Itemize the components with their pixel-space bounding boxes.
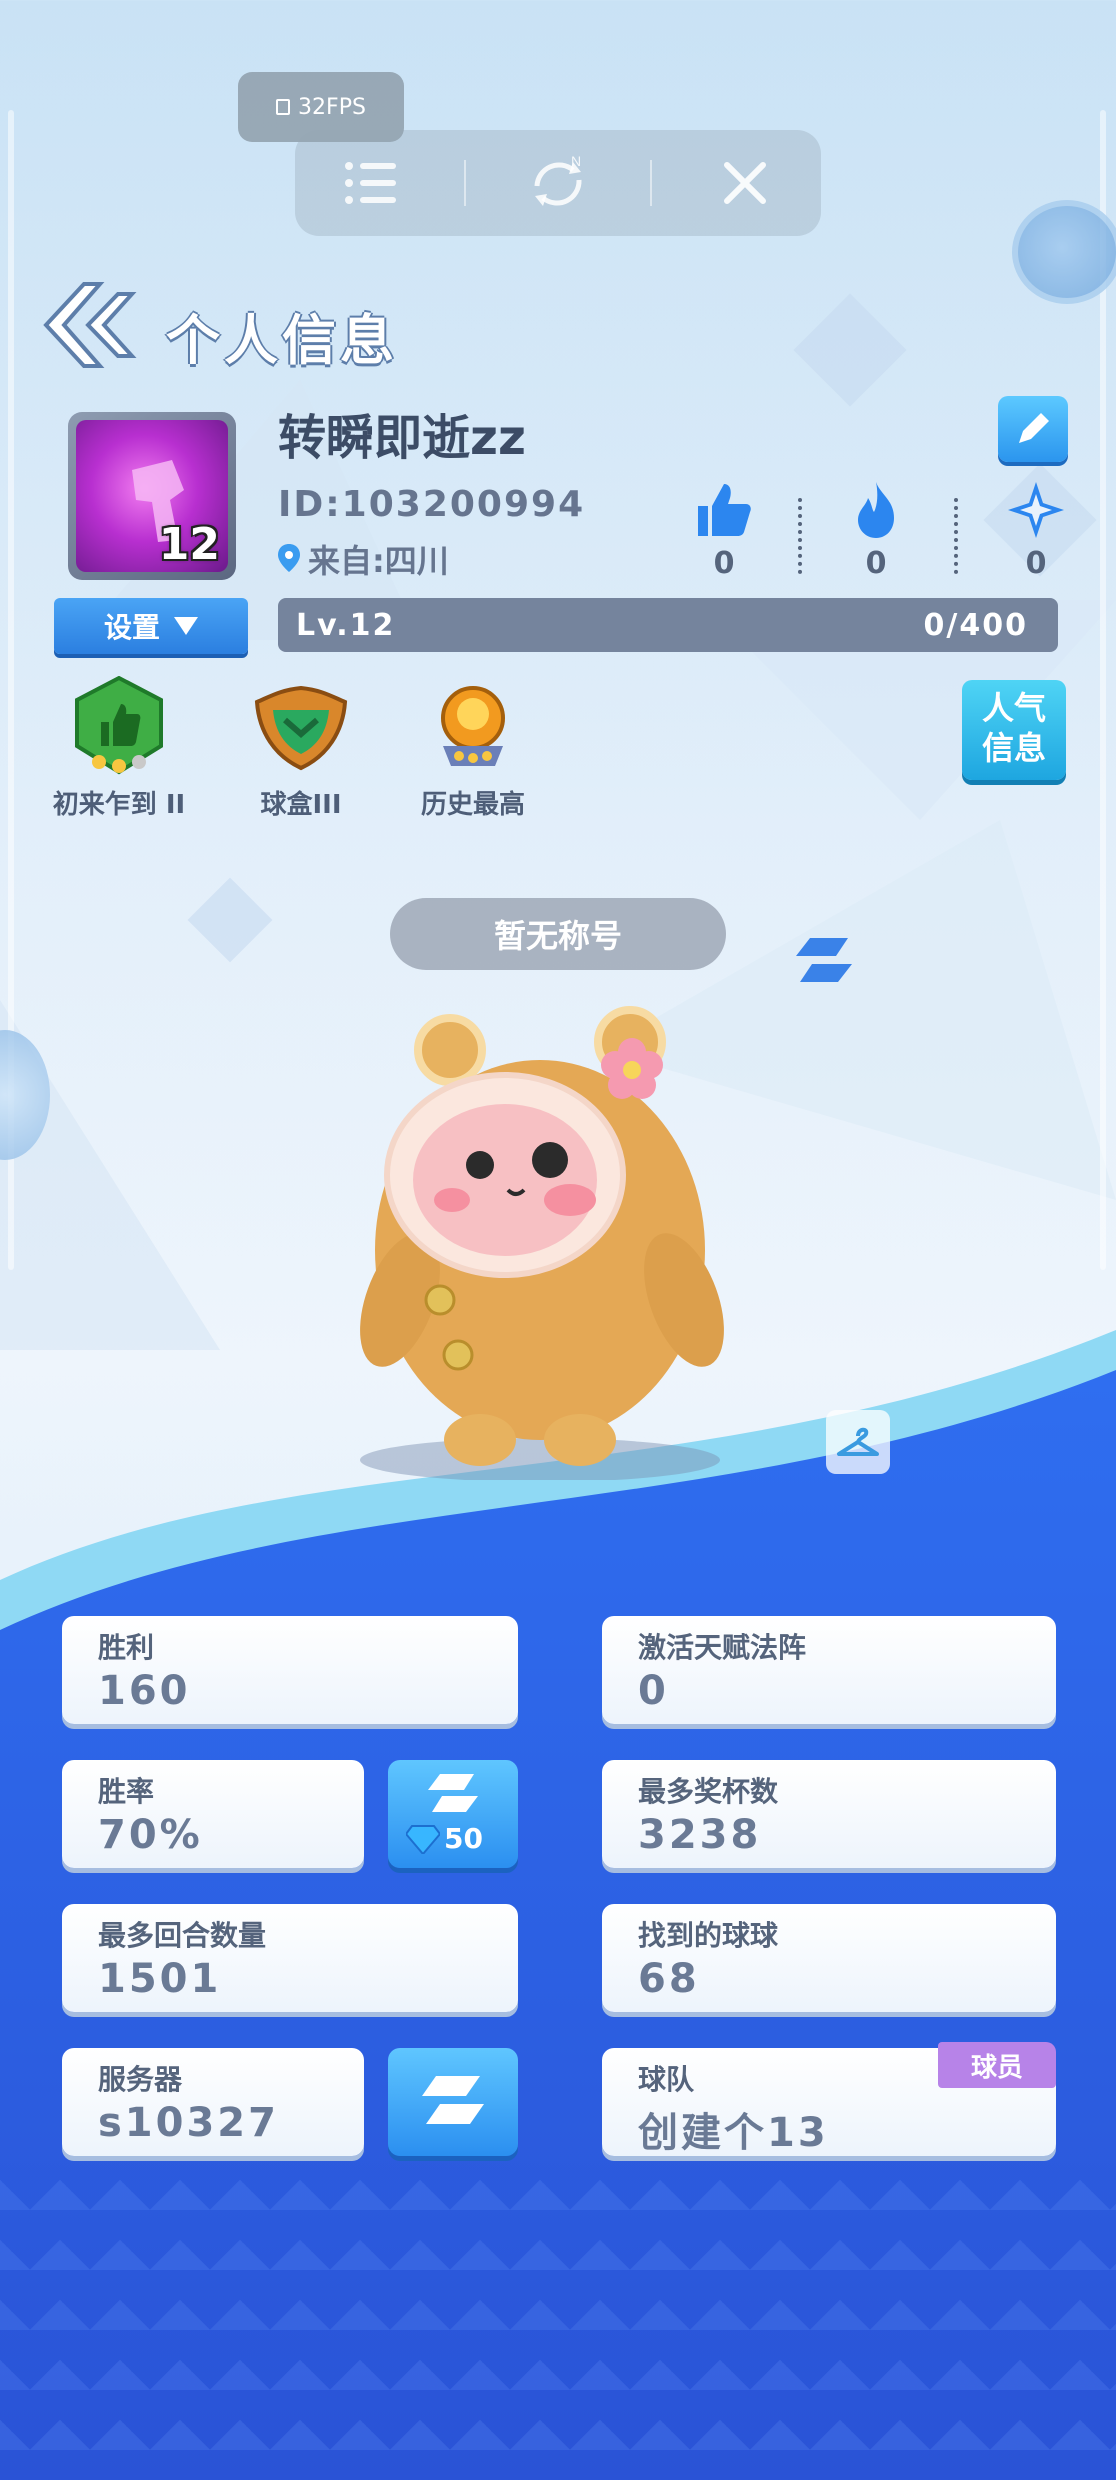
rounds-label: 最多回合数量: [98, 1919, 267, 1952]
orb-trophy-icon: [441, 686, 505, 766]
badge-label: 球盒III: [260, 790, 342, 820]
avatar-level: 12: [158, 519, 220, 570]
star-count: 0: [1025, 546, 1047, 581]
talent-card: 激活天赋法阵 0: [602, 1616, 1056, 1724]
talent-value: 0: [638, 1668, 669, 1714]
thumbs-up-shield-icon: [75, 675, 163, 775]
user-id: ID:103200994: [278, 484, 586, 525]
trophies-card: 最多奖杯数 3238: [602, 1760, 1056, 1868]
server-label: 服务器: [98, 2063, 183, 2096]
rounds-value: 1501: [98, 1956, 222, 2002]
swap-winrate-button[interactable]: 50: [388, 1760, 518, 1868]
bomb-float-button[interactable]: [1012, 200, 1116, 304]
swap-icon: [422, 2076, 484, 2124]
winrate-card: 胜率 70%: [62, 1760, 364, 1868]
wardrobe-button[interactable]: [826, 1410, 890, 1474]
page-title: 个人信息: [166, 309, 398, 372]
close-icon[interactable]: [685, 148, 805, 218]
balls-label: 找到的球球: [638, 1919, 779, 1952]
location-pin-icon: [278, 544, 300, 572]
winrate-value: 70%: [98, 1812, 203, 1858]
pencil-icon: [1019, 413, 1049, 443]
star-icon[interactable]: [1006, 480, 1066, 540]
badge-label: 初来乍到 II: [52, 790, 186, 820]
stat-separator: [954, 498, 958, 574]
trophies-value: 3238: [638, 1812, 762, 1858]
popularity-label-line1: 人气: [981, 689, 1046, 727]
server-card: 服务器 s10327: [62, 2048, 364, 2156]
back-button[interactable]: [38, 280, 138, 370]
edit-profile-button[interactable]: [998, 396, 1068, 462]
talent-label: 激活天赋法阵: [638, 1631, 807, 1664]
team-value: 创建个13: [638, 2110, 829, 2156]
overlay-toolbar: N: [295, 130, 821, 236]
diamond-gem-icon: [406, 1825, 440, 1854]
balls-value: 68: [638, 1956, 700, 2002]
avatar-orb-icon: 12: [76, 420, 228, 572]
avatar[interactable]: 12: [68, 412, 236, 580]
level-progress-bar: Lv.12 0/400: [278, 598, 1058, 652]
location-text: 来自:四川: [308, 542, 449, 580]
swap-cost: 50: [444, 1822, 483, 1855]
badge-label: 历史最高: [420, 790, 525, 820]
level-label: Lv.12: [296, 607, 396, 643]
stat-separator: [798, 498, 802, 574]
swap-server-button[interactable]: [388, 2048, 518, 2156]
popularity-label-line2: 信息: [981, 729, 1046, 767]
username: 转瞬即逝zz: [278, 410, 526, 466]
rounds-card: 最多回合数量 1501: [62, 1904, 518, 2012]
rotate-icon[interactable]: N: [498, 148, 618, 218]
toolbar-separator: [463, 160, 466, 206]
back-arrow-icon: [43, 282, 137, 368]
menu-icon[interactable]: [311, 148, 431, 218]
settings-dropdown-button[interactable]: 设置: [54, 598, 248, 654]
settings-label: 设置: [103, 611, 160, 644]
winrate-label: 胜率: [98, 1775, 155, 1808]
swap-icon[interactable]: [786, 930, 862, 990]
fire-icon[interactable]: [846, 480, 906, 540]
badge-item[interactable]: 球盒III: [226, 676, 376, 821]
triangle-down-icon: [174, 617, 198, 635]
diamond-pattern: [0, 2150, 1116, 2480]
balls-card: 找到的球球 68: [602, 1904, 1056, 2012]
server-value: s10327: [98, 2100, 279, 2146]
likes-count: 0: [713, 546, 735, 581]
chevron-shield-icon: [254, 685, 348, 771]
popularity-info-button[interactable]: 人气 信息: [962, 680, 1066, 780]
wins-value: 160: [98, 1668, 191, 1714]
wins-label: 胜利: [98, 1631, 155, 1664]
title-pill[interactable]: 暂无称号: [390, 898, 726, 970]
fps-text: 32FPS: [298, 94, 366, 120]
toolbar-separator: [650, 160, 653, 206]
fire-count: 0: [865, 546, 887, 581]
exp-text: 0/400: [923, 607, 1028, 643]
copy-icon: [276, 99, 291, 115]
swap-icon: [428, 1774, 478, 1812]
trophies-label: 最多奖杯数: [638, 1775, 779, 1808]
badge-item[interactable]: 历史最高: [398, 676, 548, 821]
hanger-icon: [837, 1427, 879, 1456]
team-role-badge: 球员: [938, 2042, 1056, 2088]
thumbs-up-icon[interactable]: [694, 480, 754, 540]
svg-text:N: N: [571, 156, 581, 169]
badge-item[interactable]: 初来乍到 II: [44, 675, 194, 821]
location-row: 来自:四川: [278, 536, 449, 582]
character-avatar[interactable]: [340, 1000, 740, 1480]
wins-card: 胜利 160: [62, 1616, 518, 1724]
